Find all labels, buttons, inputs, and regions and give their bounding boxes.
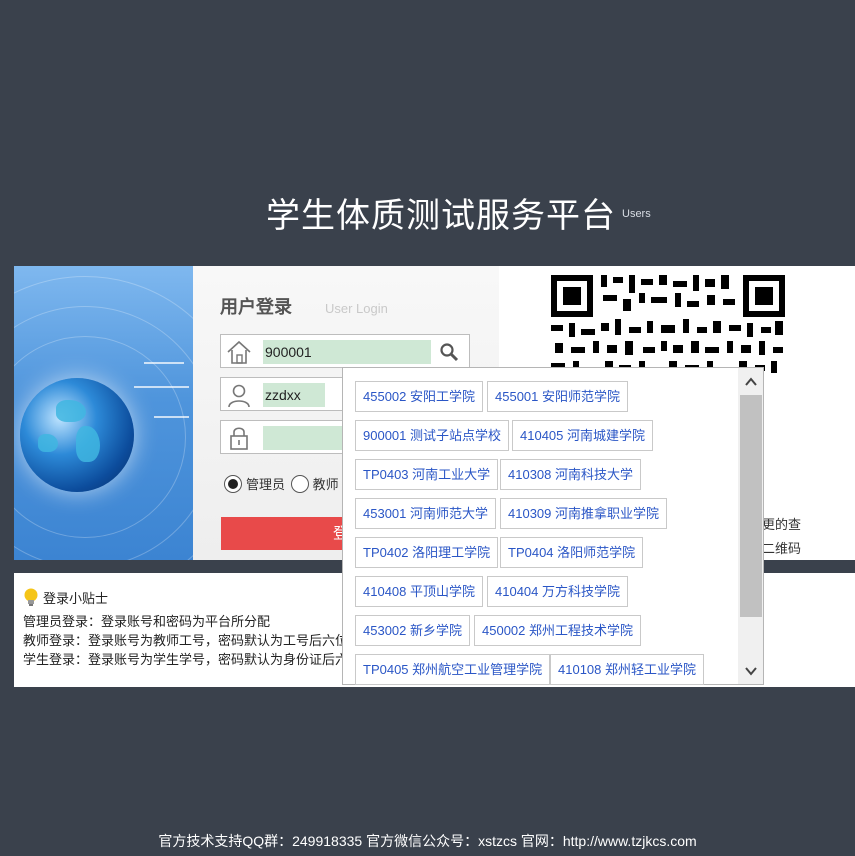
qr-caption-line2: 二维码 <box>762 541 802 556</box>
search-icon[interactable] <box>439 342 459 362</box>
home-icon <box>227 340 251 364</box>
globe-banner <box>14 266 193 560</box>
school-option[interactable]: TP0404 洛阳师范学院 <box>500 537 644 568</box>
school-code-field[interactable]: 900001 <box>220 334 470 368</box>
school-option[interactable]: TP0405 郑州航空工业管理学院 <box>355 654 551 685</box>
bulb-icon <box>24 588 38 606</box>
school-option[interactable]: 410108 郑州轻工业学院 <box>550 654 704 685</box>
tip-student: 学生登录：登录账号为学生学号，密码默认为身份证后六位 <box>23 652 362 667</box>
school-code-value[interactable]: 900001 <box>263 340 431 364</box>
lock-icon <box>230 427 248 450</box>
school-option[interactable]: 410308 河南科技大学 <box>500 459 641 490</box>
page-title-sub: Users <box>622 208 651 220</box>
school-option[interactable]: 410405 河南城建学院 <box>512 420 653 451</box>
chevron-down-icon[interactable] <box>744 664 758 678</box>
chevron-up-icon[interactable] <box>744 375 758 389</box>
school-option[interactable]: 455001 安阳师范学院 <box>487 381 628 412</box>
login-title: 用户登录 <box>220 297 292 317</box>
tips-title: 登录小贴士 <box>43 591 109 606</box>
school-option[interactable]: 410309 河南推拿职业学院 <box>500 498 667 529</box>
school-option[interactable]: TP0402 洛阳理工学院 <box>355 537 499 568</box>
school-option[interactable]: 900001 测试子站点学校 <box>355 420 509 451</box>
radio-admin[interactable] <box>224 474 242 493</box>
footer-text: 官方技术支持QQ群：249918335 官方微信公众号：xstzcs 官网：ht… <box>158 833 697 849</box>
radio-admin-label: 管理员 <box>246 477 286 492</box>
dropdown-scroll-thumb[interactable] <box>740 395 762 617</box>
school-option[interactable]: 455002 安阳工学院 <box>355 381 483 412</box>
account-value[interactable]: zzdxx <box>263 383 325 407</box>
school-option[interactable]: 410404 万方科技学院 <box>487 576 628 607</box>
globe-icon <box>20 378 134 492</box>
school-option[interactable]: TP0403 河南工业大学 <box>355 459 499 490</box>
school-option[interactable]: 453001 河南师范大学 <box>355 498 496 529</box>
tip-teacher: 教师登录：登录账号为教师工号，密码默认为工号后六位 <box>23 633 349 648</box>
tip-admin: 管理员登录：登录账号和密码为平台所分配 <box>23 614 271 629</box>
page-title: 学生体质测试服务平台 <box>266 196 616 236</box>
user-icon <box>228 384 250 408</box>
qr-caption-line1: 更的查 <box>762 517 802 532</box>
login-subtitle: User Login <box>325 301 388 316</box>
school-option[interactable]: 450002 郑州工程技术学院 <box>474 615 641 646</box>
school-option[interactable]: 410408 平顶山学院 <box>355 576 483 607</box>
radio-teacher[interactable] <box>290 474 309 493</box>
password-value[interactable] <box>263 426 353 450</box>
radio-teacher-label: 教师 <box>312 477 339 492</box>
role-selector: 管理员 教师 <box>224 474 341 493</box>
school-option[interactable]: 453002 新乡学院 <box>355 615 470 646</box>
